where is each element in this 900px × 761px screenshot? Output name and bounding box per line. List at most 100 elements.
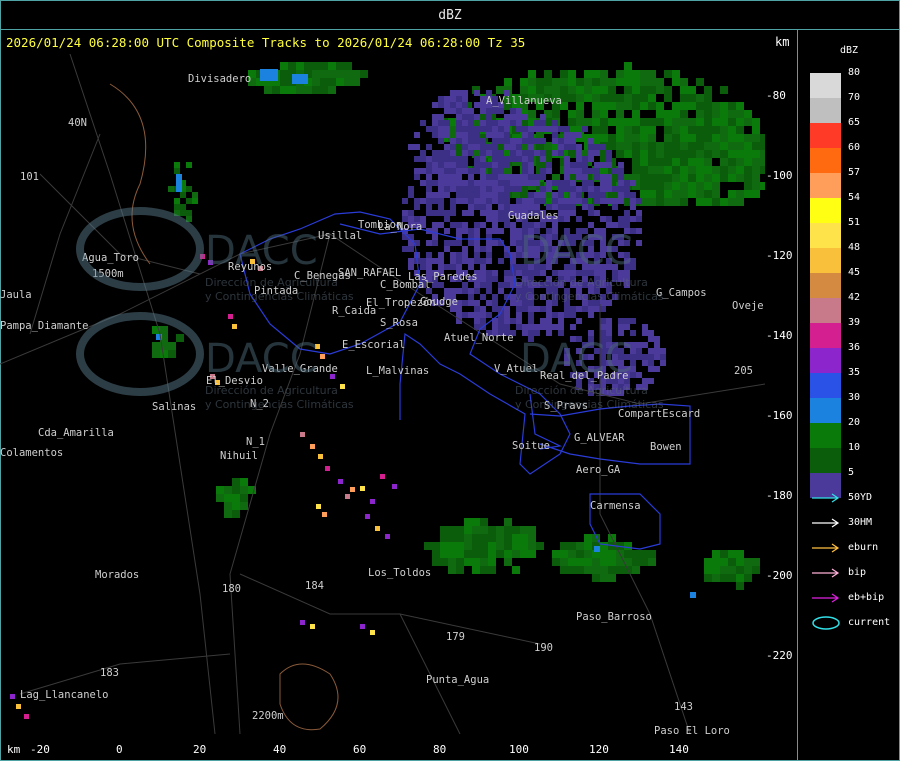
- legend-swatch: [810, 98, 841, 123]
- echo-cell: [232, 486, 240, 494]
- echo-cell: [624, 180, 630, 186]
- echo-cell: [534, 324, 540, 330]
- echo-cell: [186, 186, 192, 192]
- echo-cell: [186, 162, 192, 168]
- echo-cell: [736, 566, 744, 574]
- echo-cell: [656, 86, 664, 94]
- echo-cell: [582, 180, 588, 186]
- echo-cell: [438, 252, 444, 258]
- echo-cell: [450, 240, 456, 246]
- echo-cell: [576, 150, 582, 156]
- echo-cell: [464, 518, 472, 526]
- echo-cell: [600, 70, 608, 78]
- echo-cell: [504, 180, 510, 186]
- echo-cell: [744, 166, 752, 174]
- place-label: Punta_Agua: [426, 674, 489, 686]
- echo-cell: [564, 132, 570, 138]
- echo-cell: [522, 150, 528, 156]
- echo-cell: [522, 132, 528, 138]
- echo-cell: [444, 240, 450, 246]
- echo-cell: [520, 86, 528, 94]
- echo-cell: [312, 62, 320, 70]
- echo-cell: [320, 86, 328, 94]
- echo-cell: [736, 126, 744, 134]
- echo-cell: [408, 234, 414, 240]
- echo-cell: [456, 558, 464, 566]
- title-bar: dBZ: [0, 0, 900, 30]
- echo-cell: [444, 96, 450, 102]
- current-cell-icon: [812, 616, 840, 630]
- echo-cell: [402, 198, 408, 204]
- echo-cell: [672, 182, 680, 190]
- watermark-logo: [76, 312, 204, 396]
- echo-cell: [480, 210, 486, 216]
- echo-cell: [592, 70, 600, 78]
- echo-cell: [616, 102, 624, 110]
- echo-cell: [504, 318, 510, 324]
- echo-cell: [606, 174, 612, 180]
- echo-cell: [534, 120, 540, 126]
- echo-cell: [664, 182, 672, 190]
- echo-cell: [564, 138, 570, 144]
- echo-cell: [186, 210, 192, 216]
- echo-cell: [444, 228, 450, 234]
- echo-cell: [616, 118, 624, 126]
- place-label: SAN_RAFAEL: [338, 267, 401, 279]
- place-label: Nihuil: [220, 450, 258, 462]
- echo-cell: [280, 62, 288, 70]
- echo-cell: [504, 276, 510, 282]
- echo-cell: [540, 174, 546, 180]
- echo-cell: [570, 132, 576, 138]
- echo-cell: [648, 134, 656, 142]
- echo-cell: [444, 126, 450, 132]
- echo-cell: [664, 118, 672, 126]
- echo-cell: [632, 70, 640, 78]
- echo-cell: [474, 204, 480, 210]
- echo-cell: [450, 180, 456, 186]
- echo-cell: [654, 366, 660, 372]
- echo-cell: [656, 142, 664, 150]
- place-label: N_1: [246, 436, 265, 448]
- echo-cell: [704, 110, 712, 118]
- echo-cell: [688, 134, 696, 142]
- echo-cell: [408, 246, 414, 252]
- echo-cell: [558, 180, 564, 186]
- echo-cell: [498, 288, 504, 294]
- echo-cell: [584, 566, 592, 574]
- track-arrow-icon: [812, 543, 840, 553]
- echo-cell: [664, 126, 672, 134]
- echo-cell: [552, 86, 560, 94]
- echo-cell: [492, 144, 498, 150]
- echo-cell: [432, 234, 438, 240]
- radar-map[interactable]: Divisadero A_Villanueva 40N 101 Agua_Tor…: [0, 54, 765, 734]
- watermark-line1: Dirección de Agricultura: [205, 384, 338, 397]
- legend-level-label: 54: [848, 192, 861, 203]
- echo-cell: [576, 306, 582, 312]
- echo-cell: [516, 150, 522, 156]
- echo-cell: [516, 138, 522, 144]
- echo-cell: [325, 466, 330, 471]
- echo-cell: [444, 120, 450, 126]
- echo-cell: [240, 502, 248, 510]
- echo-cell: [616, 110, 624, 118]
- echo-cell: [468, 288, 474, 294]
- watermark-org: DACC: [205, 228, 318, 274]
- echo-cell: [660, 354, 666, 360]
- echo-cell: [588, 180, 594, 186]
- echo-cell: [10, 694, 15, 699]
- echo-cell: [474, 180, 480, 186]
- echo-cell: [600, 542, 608, 550]
- echo-cell: [664, 174, 672, 182]
- echo-cell: [432, 210, 438, 216]
- echo-cell: [464, 558, 472, 566]
- echo-cell: [570, 312, 576, 318]
- echo-cell: [516, 198, 522, 204]
- legend-level-label: 80: [848, 67, 861, 78]
- echo-cell: [712, 182, 720, 190]
- echo-cell: [310, 444, 315, 449]
- echo-cell: [608, 574, 616, 582]
- echo-cell: [480, 270, 486, 276]
- echo-cell: [570, 306, 576, 312]
- echo-cell: [654, 342, 660, 348]
- echo-cell: [636, 216, 642, 222]
